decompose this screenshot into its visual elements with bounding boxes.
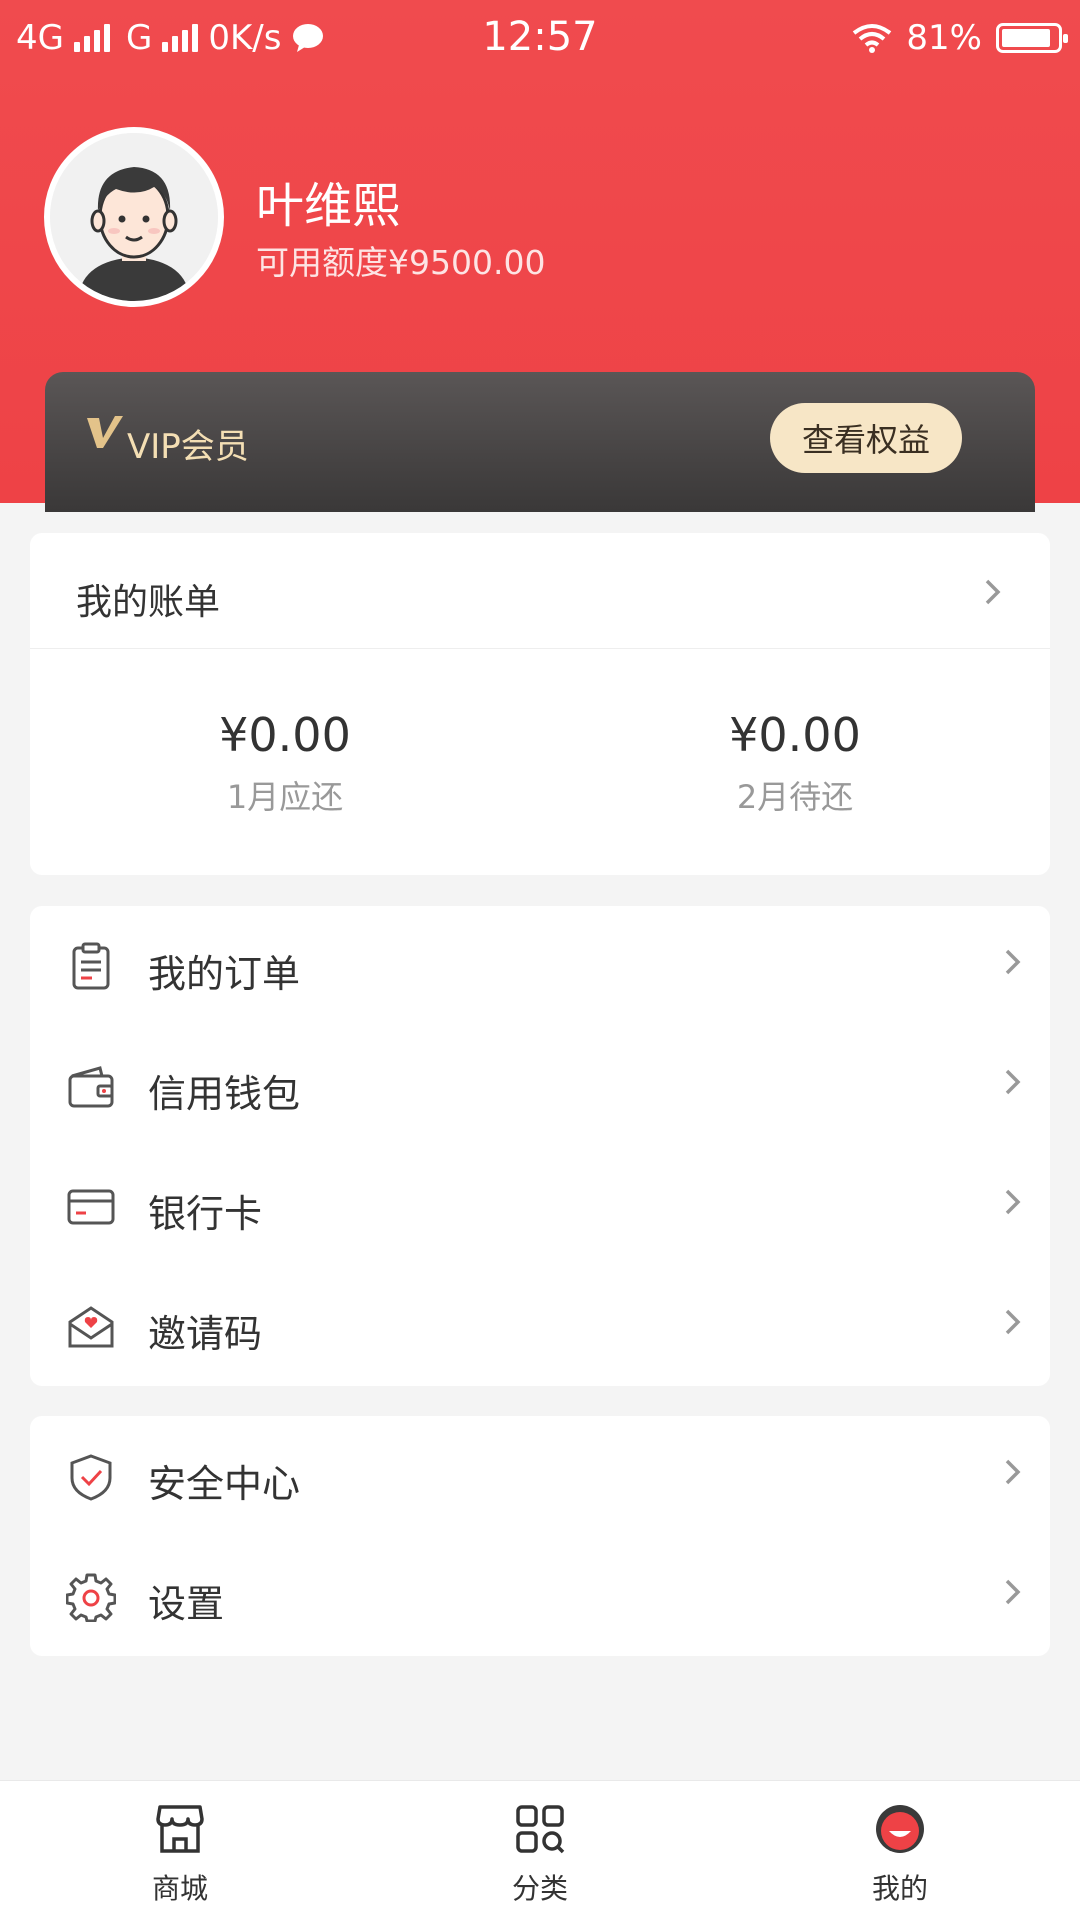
vip-label: VIP会员: [127, 427, 249, 467]
user-avatar-icon: [50, 133, 218, 301]
store-icon: [156, 1805, 204, 1853]
profile-icon: [876, 1805, 924, 1853]
chevron-right-icon: [1005, 1579, 1021, 1605]
category-icon: [516, 1805, 565, 1854]
bill-due-feb[interactable]: ¥0.00 2月待还: [540, 648, 1050, 875]
profile-header: 4G G 0K/s 12:57 81% 叶维熙 可用额度¥9500.00 VIP…: [0, 0, 1080, 512]
tab-label: 分类: [511, 1872, 568, 1905]
wallet-icon: [68, 1066, 114, 1108]
battery-icon: [996, 23, 1068, 53]
chevron-right-icon: [985, 579, 1001, 605]
status-bar: 4G G 0K/s 12:57 81%: [0, 0, 1080, 76]
bottom-tab-bar: 商城 分类 我的: [0, 1780, 1080, 1920]
bill-title: 我的账单: [76, 582, 221, 623]
tab-label: 商城: [151, 1872, 208, 1905]
bill-amount-label: 1月应还: [226, 778, 344, 816]
chevron-right-icon: [1005, 949, 1021, 975]
tab-label: 我的: [871, 1872, 928, 1905]
menu-item-orders[interactable]: 我的订单: [30, 906, 1050, 1026]
gear-icon: [66, 1573, 116, 1622]
menu-item-invite-code[interactable]: 邀请码: [30, 1266, 1050, 1386]
menu-item-security-center[interactable]: 安全中心: [30, 1416, 1050, 1536]
menu-item-wallet[interactable]: 信用钱包: [30, 1026, 1050, 1146]
chevron-right-icon: [1005, 1309, 1021, 1335]
bill-amount: ¥0.00: [219, 708, 351, 762]
menu-item-label: 信用钱包: [148, 1072, 301, 1116]
tab-mine[interactable]: 我的: [820, 1803, 980, 1907]
bill-card: 我的账单 ¥0.00 1月应还 ¥0.00 2月待还: [30, 533, 1050, 875]
menu-item-label: 设置: [148, 1582, 225, 1626]
bill-header[interactable]: 我的账单: [30, 533, 1050, 648]
battery-percent: 81%: [906, 18, 982, 58]
tab-store[interactable]: 商城: [100, 1803, 260, 1907]
user-name: 叶维熙: [256, 178, 401, 234]
menu-item-label: 邀请码: [148, 1312, 263, 1356]
menu-card-settings: 安全中心 设置: [30, 1416, 1050, 1656]
order-icon: [72, 942, 110, 990]
menu-item-bank-card[interactable]: 银行卡: [30, 1146, 1050, 1266]
available-credit: 可用额度¥9500.00: [256, 243, 546, 282]
bank-card-icon: [67, 1189, 115, 1225]
menu-item-label: 安全中心: [148, 1462, 301, 1506]
invite-envelope-icon: [68, 1306, 114, 1348]
bill-due-jan[interactable]: ¥0.00 1月应还: [30, 648, 540, 875]
menu-item-label: 银行卡: [148, 1192, 263, 1236]
shield-icon: [70, 1454, 112, 1501]
avatar[interactable]: [44, 127, 224, 307]
bill-amount: ¥0.00: [729, 708, 861, 762]
bill-amount-label: 2月待还: [736, 778, 854, 816]
chevron-right-icon: [1005, 1189, 1021, 1215]
menu-card-main: 我的订单 信用钱包 银行卡 邀请码: [30, 906, 1050, 1386]
menu-item-label: 我的订单: [148, 952, 301, 996]
vip-logo-icon: [87, 416, 123, 448]
tab-category[interactable]: 分类: [460, 1803, 620, 1907]
chevron-right-icon: [1005, 1069, 1021, 1095]
view-benefits-button[interactable]: 查看权益: [770, 403, 962, 473]
vip-banner: VIP会员 查看权益: [45, 372, 1035, 512]
chevron-right-icon: [1005, 1459, 1021, 1485]
menu-item-settings[interactable]: 设置: [30, 1536, 1050, 1656]
wifi-icon: [853, 24, 892, 53]
